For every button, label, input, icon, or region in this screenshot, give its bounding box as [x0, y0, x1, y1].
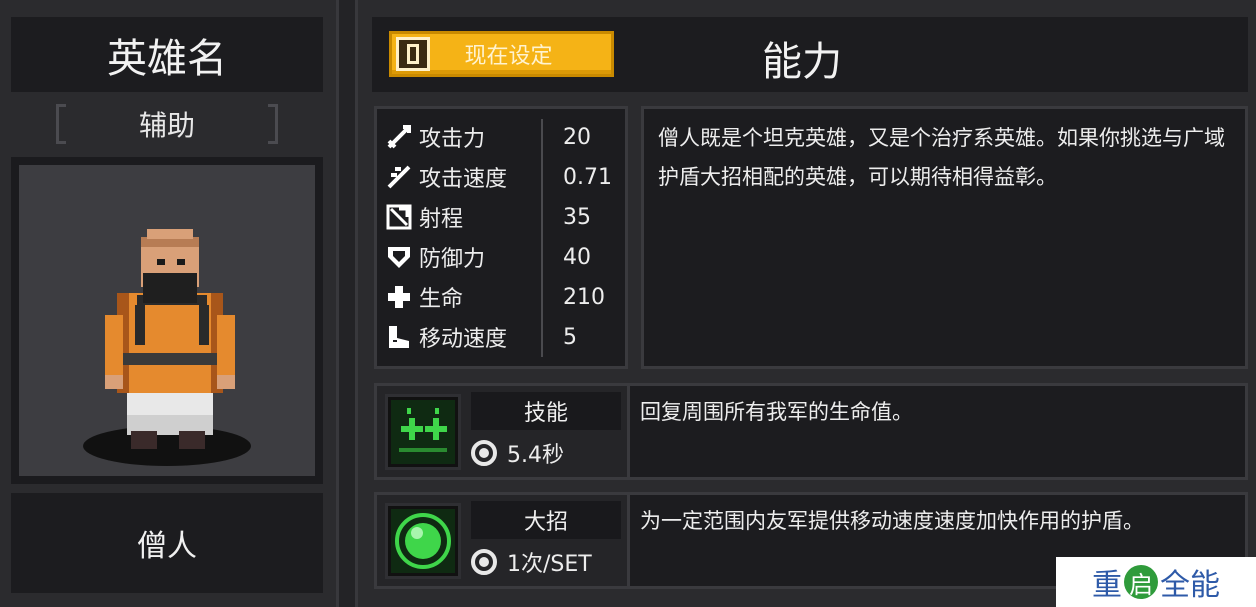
- hero-name-box: 僧人: [11, 493, 323, 593]
- skill-cooldown: 5.4秒: [471, 434, 564, 472]
- hero-title-box: 英雄名: [11, 17, 323, 92]
- skill-icon-frame[interactable]: [385, 394, 461, 470]
- stat-row-attack-speed: 攻击速度 0.71: [383, 157, 623, 197]
- ability-panel: 现在设定 能力 攻击力 20 攻击速度 0.71 射程 35 防御力 40 生命…: [358, 0, 1256, 607]
- left-bracket: [56, 104, 66, 144]
- cooldown-icon: [471, 440, 497, 466]
- set-now-button[interactable]: 现在设定: [389, 31, 614, 77]
- watermark-circle: 启: [1124, 565, 1158, 599]
- stat-value: 35: [563, 204, 591, 230]
- monk-sprite: [83, 229, 251, 466]
- hero-portrait: [19, 165, 315, 476]
- stat-value: 40: [563, 244, 591, 270]
- stat-label: 防御力: [419, 247, 486, 272]
- stat-value: 210: [563, 284, 605, 310]
- stat-value: 5: [563, 324, 577, 350]
- stat-row-defense: 防御力 40: [383, 237, 623, 277]
- health-cross-icon: [383, 281, 415, 313]
- range-icon: [383, 201, 415, 233]
- stat-label: 射程: [419, 207, 464, 232]
- stat-row-attack: 攻击力 20: [383, 117, 623, 157]
- sword-icon: [383, 121, 415, 153]
- boot-icon: [383, 321, 415, 353]
- heal-plus-icon: [391, 400, 455, 464]
- hero-description: 僧人既是个坦克英雄，又是个治疗系英雄。如果你挑选与广域护盾大招相配的英雄，可以期…: [641, 106, 1248, 369]
- stat-value: 20: [563, 124, 591, 150]
- stat-row-health: 生命 210: [383, 277, 623, 317]
- stat-label: 生命: [419, 287, 464, 312]
- column-divider: [336, 0, 358, 607]
- slot-icon: [396, 37, 430, 71]
- ultimate-icon-frame[interactable]: [385, 503, 461, 579]
- ability-header: 现在设定 能力: [372, 17, 1248, 92]
- skill-row: 技能 5.4秒 回复周围所有我军的生命值。: [374, 383, 1248, 480]
- stats-table: 攻击力 20 攻击速度 0.71 射程 35 防御力 40 生命 210 移动速…: [374, 106, 628, 369]
- stat-row-range: 射程 35: [383, 197, 623, 237]
- stat-value: 0.71: [563, 164, 612, 190]
- hero-title: 英雄名: [107, 35, 227, 82]
- skill-description: 回复周围所有我军的生命值。: [627, 386, 1245, 477]
- green-orb-icon: [391, 509, 455, 573]
- set-now-label: 现在设定: [464, 44, 553, 69]
- watermark-logo: 重 启 全能: [1056, 557, 1256, 607]
- ultimate-usage: 1次/SET: [471, 543, 592, 581]
- watermark-text-after: 全能: [1160, 568, 1220, 603]
- hero-role: 辅助: [138, 109, 195, 142]
- hero-role-row: 辅助: [56, 100, 278, 148]
- stat-label: 移动速度: [419, 327, 508, 352]
- stat-row-move-speed: 移动速度 5: [383, 317, 623, 357]
- skill-name: 技能: [471, 392, 621, 430]
- ultimate-usage-value: 1次/SET: [507, 552, 592, 577]
- hero-panel: 英雄名 辅助 僧人: [0, 0, 336, 607]
- stat-label: 攻击力: [419, 127, 486, 152]
- ultimate-name: 大招: [471, 501, 621, 539]
- shield-icon: [383, 241, 415, 273]
- right-bracket: [268, 104, 278, 144]
- stat-label: 攻击速度: [419, 167, 508, 192]
- hero-name: 僧人: [137, 529, 197, 564]
- skill-cooldown-value: 5.4秒: [507, 443, 564, 468]
- cooldown-icon: [471, 549, 497, 575]
- fast-sword-icon: [383, 161, 415, 193]
- portrait-frame: [11, 157, 323, 484]
- watermark-text-before: 重: [1092, 568, 1122, 603]
- section-title: 能力: [762, 39, 842, 85]
